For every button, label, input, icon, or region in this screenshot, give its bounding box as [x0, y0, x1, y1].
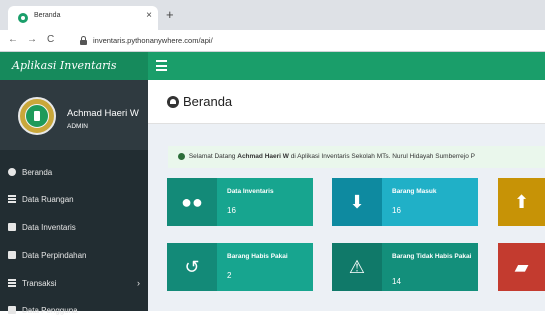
user-name: Achmad Haeri W: [67, 108, 139, 119]
folder-icon: ▰: [498, 243, 545, 291]
tab-close-button[interactable]: ×: [146, 10, 152, 21]
avatar: [18, 97, 56, 135]
card-barang-keluar[interactable]: ⬆: [498, 178, 545, 226]
welcome-name: Achmad Haeri W: [237, 153, 289, 160]
main-content: Beranda Selamat Datang Achmad Haeri W di…: [148, 80, 545, 311]
sidebar-item-data-ruangan[interactable]: Data Ruangan: [0, 190, 148, 210]
sidebar-item-data-perpindahan[interactable]: Data Perpindahan: [0, 246, 148, 266]
card-label: Data Inventaris: [227, 188, 274, 195]
welcome-alert: Selamat Datang Achmad Haeri W di Aplikas…: [168, 146, 545, 168]
sidebar-toggle-icon[interactable]: [156, 60, 167, 71]
user-icon: [178, 152, 185, 160]
card-label: Barang Masuk: [392, 188, 437, 195]
tab-title: Beranda: [34, 12, 61, 19]
reload-button[interactable]: C: [47, 34, 54, 45]
page-title: Beranda: [183, 94, 233, 109]
card-value: 2: [227, 271, 232, 280]
welcome-suffix: di Aplikasi Inventaris Sekolah MTs. Nuru…: [290, 153, 475, 160]
app-topbar: Aplikasi Inventaris: [0, 52, 545, 80]
history-icon: ↺: [167, 243, 217, 291]
browser-chrome: Beranda × + ← → C inventaris.pythonanywh…: [0, 0, 545, 52]
forward-button[interactable]: →: [27, 34, 37, 45]
sidebar-item-label: Data Perpindahan: [22, 251, 87, 260]
card-barang-habis-pakai[interactable]: ↺ Barang Habis Pakai 2: [167, 243, 313, 291]
card-value: 14: [392, 277, 401, 286]
card-barang-masuk[interactable]: ⬇ Barang Masuk 16: [332, 178, 478, 226]
sidebar-item-label: Beranda: [22, 168, 53, 177]
upload-icon: ⬆: [498, 178, 545, 226]
sidebar-item-label: Data Inventaris: [22, 223, 76, 232]
card-folder[interactable]: ▰: [498, 243, 545, 291]
card-data-inventaris[interactable]: ●● Data Inventaris 16: [167, 178, 313, 226]
sidebar-item-beranda[interactable]: Beranda: [0, 163, 148, 183]
user-panel: Achmad Haeri W ADMIN: [0, 80, 148, 150]
card-label: Barang Habis Pakai: [227, 253, 288, 260]
new-tab-button[interactable]: +: [166, 7, 174, 22]
dashboard-icon: [8, 168, 16, 176]
sidebar-item-data-pengguna[interactable]: Data Pengguna: [0, 301, 148, 321]
chevron-right-icon: ›: [137, 278, 140, 288]
sidebar-item-transaksi[interactable]: Transaksi ›: [0, 274, 148, 294]
back-button[interactable]: ←: [8, 34, 18, 45]
sidebar-item-label: Transaksi: [22, 279, 57, 288]
list-icon: [8, 195, 16, 203]
address-bar: ← → C inventaris.pythonanywhere.com/api/: [0, 30, 545, 52]
card-value: 16: [392, 206, 401, 215]
sidebar-item-data-inventaris[interactable]: Data Inventaris: [0, 218, 148, 238]
card-barang-tidak-habis-pakai[interactable]: ⚠ Barang Tidak Habis Pakai 14: [332, 243, 478, 291]
sidebar: Achmad Haeri W ADMIN Beranda Data Ruanga…: [0, 80, 148, 315]
tab-bar: Beranda × +: [0, 0, 545, 30]
lock-icon: [80, 36, 87, 45]
welcome-prefix: Selamat Datang: [188, 153, 236, 160]
page-header: Beranda: [148, 80, 545, 124]
card-value: 16: [227, 206, 236, 215]
download-icon: ⬇: [332, 178, 382, 226]
brand-logo[interactable]: Aplikasi Inventaris: [0, 52, 148, 80]
favicon-icon: [18, 13, 28, 23]
browser-tab[interactable]: Beranda ×: [8, 6, 158, 30]
card-label: Barang Tidak Habis Pakai: [392, 253, 472, 260]
document-icon: [8, 223, 16, 231]
sidebar-item-label: Data Ruangan: [22, 195, 74, 204]
warning-icon: ⚠: [332, 243, 382, 291]
user-role: ADMIN: [67, 123, 88, 130]
users-icon: ●●: [167, 178, 217, 226]
dashboard-icon: [167, 96, 179, 108]
users-icon: [8, 306, 16, 314]
url-field[interactable]: inventaris.pythonanywhere.com/api/: [93, 36, 213, 45]
document-icon: [8, 251, 16, 259]
list-icon: [8, 279, 16, 287]
